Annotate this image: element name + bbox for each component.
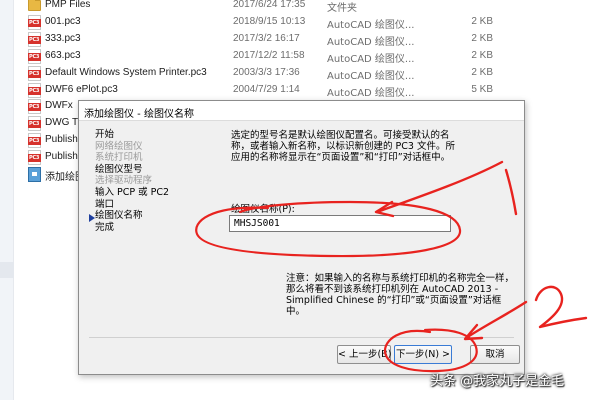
file-name: Publish [45,151,78,163]
file-type: AutoCAD 绘图仪... [327,36,415,48]
cancel-button[interactable]: 取消 [470,345,520,364]
add-plotter-dialog: 添加绘图仪 - 绘图仪名称 开始 网络绘图仪 系统打印机 绘图仪型号 选择驱动程序 输入 … [78,100,525,375]
pc3-file-icon [28,150,41,166]
navigation-pane[interactable] [0,0,14,400]
wizard-step: 输入 PCP 或 PC2 [95,186,170,198]
dialog-titlebar[interactable]: 添加绘图仪 - 绘图仪名称 [79,101,524,121]
pc3-file-icon [28,133,41,149]
file-name: DWG T [45,117,79,129]
wizard-step: 绘图仪型号 [95,163,143,175]
file-date: 2003/3/3 17:36 [233,66,300,78]
folder-icon [28,0,41,11]
pc3-file-icon [28,48,41,64]
wizard-step: 选择驱动程序 [95,175,153,187]
file-row[interactable]: 663.pc3 2017/12/2 11:58 AutoCAD 绘图仪... 2 KB [20,48,600,65]
file-name: PMP Files [45,0,91,10]
file-size: 2 KB [471,49,493,61]
file-name: DWF6 ePlot.pc3 [45,83,118,95]
pc3-file-icon [28,82,41,98]
file-row[interactable]: 333.pc3 2017/3/2 16:17 AutoCAD 绘图仪... 2 KB [20,31,600,48]
file-date: 2017/6/24 17:35 [233,0,306,10]
file-row[interactable]: 001.pc3 2018/9/15 10:13 AutoCAD 绘图仪... 2 KB [20,14,600,31]
pc3-file-icon [28,99,41,115]
file-size: 2 KB [471,66,493,78]
file-type: 文件夹 [327,3,357,14]
file-name: Default Windows System Printer.pc3 [45,66,207,78]
file-row[interactable]: DWF6 ePlot.pc3 2004/7/29 1:14 AutoCAD 绘图仪.… [20,82,600,99]
dialog-title: 添加绘图仪 - 绘图仪名称 [84,109,194,120]
file-name: 333.pc3 [45,32,81,44]
plotter-name-input[interactable]: MHSJS001 [229,215,451,232]
add-plotter-wizard-icon [28,167,41,182]
pc3-file-icon [28,65,41,81]
file-date: 2017/12/2 11:58 [233,49,305,61]
file-type: AutoCAD 绘图仪... [327,87,415,99]
wizard-step: 系统打印机 [95,152,143,164]
file-date: 2017/3/2 16:17 [233,32,300,44]
file-name: DWFx [45,100,73,112]
file-type: AutoCAD 绘图仪... [327,19,415,31]
wizard-step-list: 开始 网络绘图仪 系统打印机 绘图仪型号 选择驱动程序 输入 PCP 或 PC2 端口 绘图仪… [95,129,195,233]
step-description: 选定的型号名是默认绘图仪配置名。可接受默认的名称，或者输入新名称，以标识新创建的… [231,130,455,163]
wizard-step: 完成 [95,221,115,233]
watermark: 头条 @我家丸子是金毛 [430,374,565,389]
pc3-file-icon [28,31,41,47]
back-button[interactable]: < 上一步(B) [337,345,391,364]
wizard-step: 网络绘图仪 [95,140,143,152]
plotter-name-label: 绘图仪名称(P): [231,204,295,215]
file-type: AutoCAD 绘图仪... [327,53,415,65]
file-size: 5 KB [471,83,493,95]
file-row[interactable]: PMP Files 2017/6/24 17:35 文件夹 [20,0,600,14]
wizard-step: 绘图仪名称 [95,210,143,222]
wizard-step: 开始 [95,129,115,140]
next-button[interactable]: 下一步(N) > [394,345,452,364]
file-name: 663.pc3 [45,49,81,61]
pc3-file-icon [28,14,41,30]
file-row[interactable]: Default Windows System Printer.pc3 2003/3… [20,65,600,82]
file-size: 2 KB [471,32,493,44]
file-date: 2004/7/29 1:14 [233,83,300,95]
navigation-pane-item[interactable] [0,262,14,278]
file-name: Publish [45,134,78,146]
file-date: 2018/9/15 10:13 [233,15,306,27]
pc3-file-icon [28,116,41,132]
file-type: AutoCAD 绘图仪... [327,70,415,82]
file-size: 2 KB [471,15,493,27]
file-name: 001.pc3 [45,15,81,27]
wizard-step: 端口 [95,198,115,210]
name-warning-note: 注意：如果输入的名称与系统打印机的名称完全一样，那么将看不到该系统打印机列在 A… [286,273,515,317]
footer-divider [89,337,514,338]
